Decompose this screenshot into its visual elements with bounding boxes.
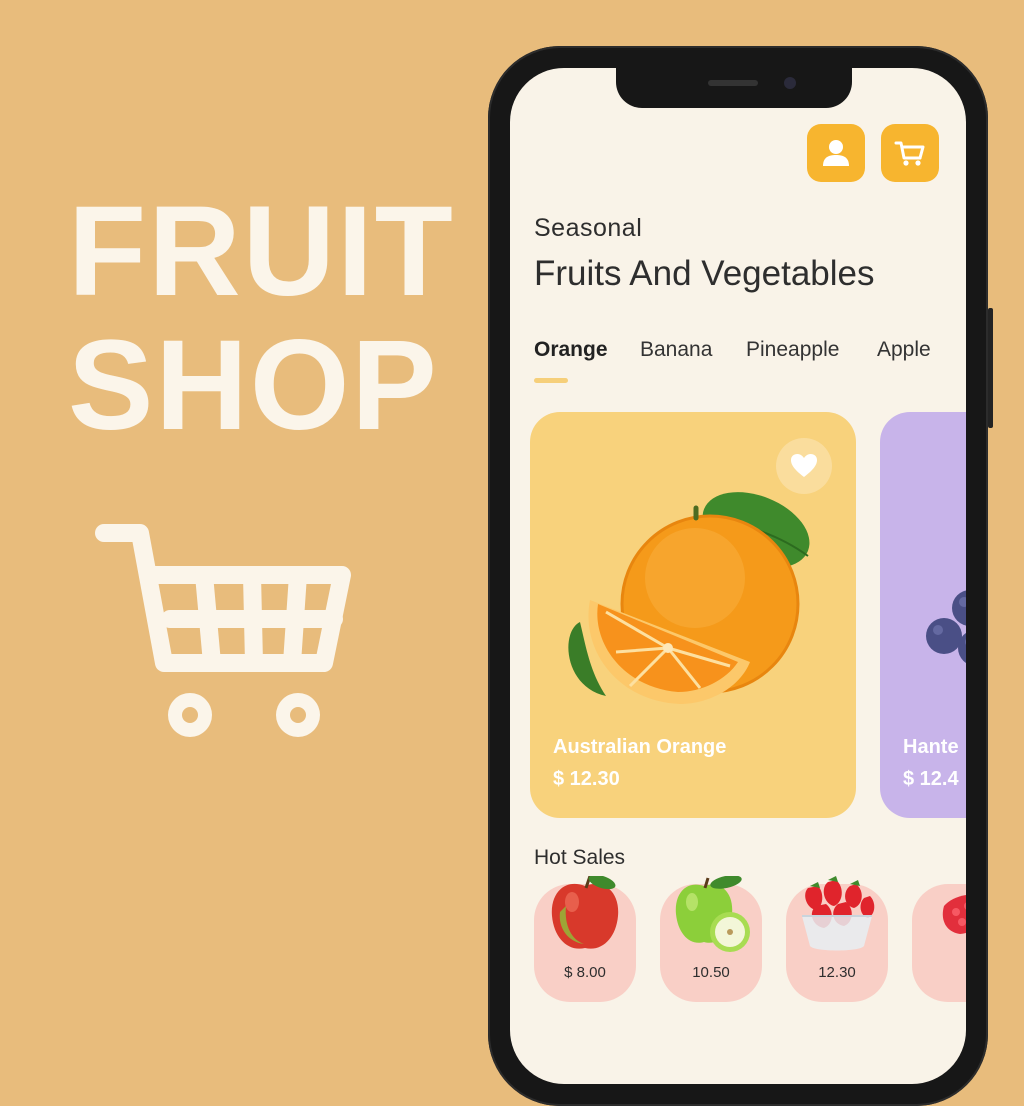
active-tab-indicator bbox=[534, 378, 568, 383]
hot-sale-item-strawberries[interactable]: 12.30 bbox=[786, 876, 888, 1002]
grapes-image bbox=[926, 590, 966, 663]
green-apple-image bbox=[675, 876, 750, 952]
cart-icon bbox=[894, 141, 925, 166]
cart-button[interactable] bbox=[881, 124, 939, 182]
tab-pineapple[interactable]: Pineapple bbox=[746, 338, 839, 362]
phone-mockup: Seasonal Fruits And Vegetables Orange Ba… bbox=[488, 46, 993, 1106]
product-name: Australian Orange bbox=[553, 736, 727, 758]
product-price: $ 12.30 bbox=[553, 768, 620, 790]
hot-sale-price: $ 8.00 bbox=[564, 964, 606, 981]
phone-side-button bbox=[988, 308, 993, 428]
speaker-grille bbox=[708, 80, 758, 86]
brand-title: FRUIT SHOP bbox=[68, 185, 455, 453]
product-price: $ 12.4 bbox=[903, 768, 959, 790]
red-apple-image bbox=[551, 876, 619, 949]
section-subtitle: Seasonal bbox=[534, 214, 643, 242]
brand-title-line1: FRUIT bbox=[68, 180, 455, 323]
hot-sale-price: 12.30 bbox=[818, 964, 856, 981]
user-icon bbox=[823, 140, 849, 166]
product-card-orange[interactable]: Australian Orange $ 12.30 bbox=[530, 412, 856, 818]
page-title: Fruits And Vegetables bbox=[534, 254, 875, 293]
hot-sale-item-green-apple[interactable]: 10.50 bbox=[660, 876, 762, 1002]
hot-sale-item-raspberry[interactable] bbox=[912, 884, 966, 1002]
heart-icon bbox=[791, 454, 817, 477]
strawberry-bowl-image bbox=[802, 876, 875, 951]
brand-title-line2: SHOP bbox=[68, 314, 439, 457]
app-screen: Seasonal Fruits And Vegetables Orange Ba… bbox=[510, 68, 966, 1084]
product-card-grape[interactable]: Hante $ 12.4 bbox=[880, 412, 966, 818]
tab-apple[interactable]: Apple bbox=[877, 338, 931, 362]
tab-orange[interactable]: Orange bbox=[534, 338, 608, 362]
front-camera bbox=[784, 77, 796, 89]
hot-sales-heading: Hot Sales bbox=[534, 846, 626, 869]
hot-sale-price: 10.50 bbox=[692, 964, 730, 981]
profile-button[interactable] bbox=[807, 124, 865, 182]
raspberry-image bbox=[942, 895, 966, 934]
orange-fruit-image bbox=[568, 492, 810, 704]
shopping-cart-icon bbox=[95, 524, 351, 737]
phone-notch bbox=[616, 68, 852, 108]
tab-banana[interactable]: Banana bbox=[640, 338, 712, 362]
hot-sale-item-red-apple[interactable]: $ 8.00 bbox=[534, 876, 636, 1002]
product-name: Hante bbox=[903, 736, 959, 758]
